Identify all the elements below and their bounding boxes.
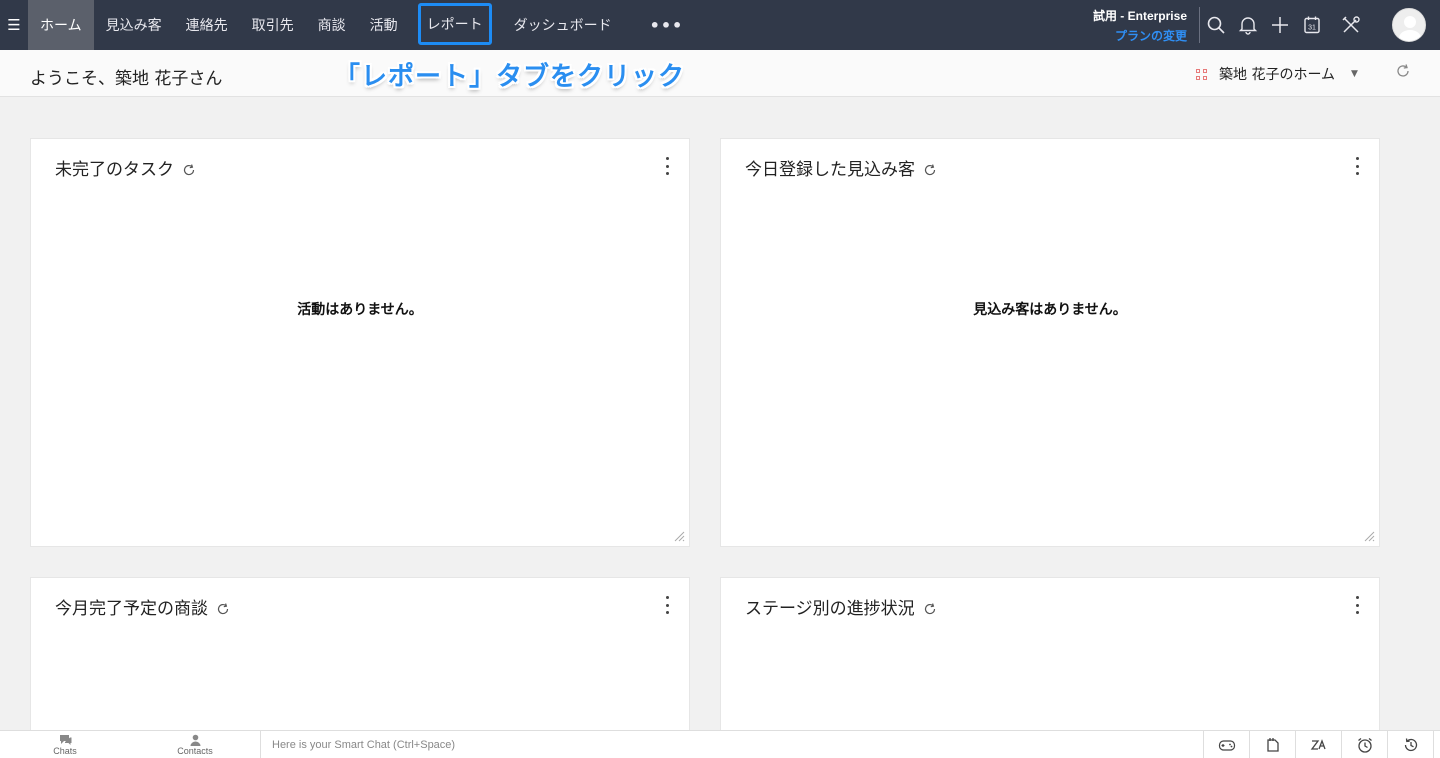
tab-activities[interactable]: 活動 bbox=[358, 0, 410, 50]
tab-home[interactable]: ホーム bbox=[28, 0, 94, 50]
card-menu-icon[interactable] bbox=[663, 596, 671, 614]
resize-handle-icon[interactable] bbox=[1363, 530, 1375, 542]
resize-handle-icon[interactable] bbox=[673, 530, 685, 542]
card-title-text: 今月完了予定の商談 bbox=[55, 599, 208, 619]
calendar-icon[interactable]: 31 bbox=[1296, 0, 1328, 50]
tab-accounts[interactable]: 取引先 bbox=[240, 0, 306, 50]
instruction-annotation: 「レポート」タブをクリック bbox=[334, 62, 686, 92]
notes-icon[interactable] bbox=[1250, 731, 1296, 758]
bottom-bar: Chats Contacts Here is your Smart Chat (… bbox=[0, 730, 1440, 758]
change-plan-link[interactable]: プランの変更 bbox=[1093, 27, 1187, 44]
home-selector-dropdown[interactable]: 築地 花子のホーム ▼ bbox=[1196, 64, 1358, 84]
refresh-icon[interactable] bbox=[923, 602, 937, 616]
card-deals-closing-this-month: 今月完了予定の商談 bbox=[30, 577, 690, 737]
chat-bubble-icon bbox=[59, 734, 71, 745]
card-title-text: 未完了のタスク bbox=[55, 160, 174, 180]
card-menu-icon[interactable] bbox=[663, 157, 671, 175]
game-controller-icon[interactable] bbox=[1204, 731, 1250, 758]
tab-dashboards[interactable]: ダッシュボード bbox=[502, 0, 624, 50]
smart-chat-input[interactable]: Here is your Smart Chat (Ctrl+Space) bbox=[260, 731, 1204, 758]
plan-name: 試用 - Enterprise bbox=[1092, 8, 1187, 23]
bell-icon[interactable] bbox=[1232, 0, 1264, 50]
translate-icon[interactable] bbox=[1296, 731, 1342, 758]
person-icon bbox=[190, 734, 200, 746]
tab-deals[interactable]: 商談 bbox=[306, 0, 358, 50]
welcome-text: ようこそ、築地 花子さん bbox=[30, 69, 223, 89]
card-menu-icon[interactable] bbox=[1353, 157, 1361, 175]
calendar-day: 31 bbox=[1308, 25, 1316, 32]
empty-message: 活動はありません。 bbox=[297, 302, 423, 318]
history-icon[interactable] bbox=[1388, 731, 1434, 758]
refresh-icon[interactable] bbox=[182, 163, 196, 177]
refresh-icon[interactable] bbox=[923, 163, 937, 177]
card-title-text: 今日登録した見込み客 bbox=[745, 160, 915, 180]
top-navigation-bar: ☰ ホーム 見込み客 連絡先 取引先 商談 活動 レポート ダッシュボード ••… bbox=[0, 0, 1440, 50]
chats-label: Chats bbox=[53, 745, 77, 756]
avatar[interactable] bbox=[1392, 8, 1426, 42]
plus-icon[interactable] bbox=[1264, 0, 1296, 50]
tab-reports[interactable]: レポート bbox=[417, 3, 492, 45]
welcome-header: ようこそ、築地 花子さん 「レポート」タブをクリック 築地 花子のホーム ▼ bbox=[0, 50, 1440, 97]
hamburger-icon[interactable]: ☰ bbox=[0, 0, 28, 50]
contacts-label: Contacts bbox=[177, 745, 213, 756]
contacts-button[interactable]: Contacts bbox=[130, 731, 260, 758]
card-title: 未完了のタスク bbox=[55, 155, 196, 180]
card-title: 今月完了予定の商談 bbox=[55, 594, 230, 619]
card-title: 今日登録した見込み客 bbox=[745, 155, 937, 180]
home-selector-label: 築地 花子のホーム bbox=[1219, 67, 1336, 83]
card-todays-leads: 今日登録した見込み客 見込み客はありません。 bbox=[720, 138, 1380, 547]
grid-icon bbox=[1196, 68, 1207, 80]
empty-message: 見込み客はありません。 bbox=[973, 302, 1127, 318]
refresh-icon[interactable] bbox=[1394, 62, 1412, 80]
topbar-right-group: 試用 - Enterprise プランの変更 31 bbox=[1093, 0, 1440, 50]
card-open-tasks: 未完了のタスク 活動はありません。 bbox=[30, 138, 690, 547]
plan-info: 試用 - Enterprise プランの変更 bbox=[1093, 7, 1200, 43]
card-title-text: ステージ別の進捗状況 bbox=[745, 599, 915, 619]
card-title: ステージ別の進捗状況 bbox=[745, 594, 937, 619]
alarm-clock-icon[interactable] bbox=[1342, 731, 1388, 758]
card-pipeline-by-stage: ステージ別の進捗状況 bbox=[720, 577, 1380, 737]
search-icon[interactable] bbox=[1200, 0, 1232, 50]
chats-button[interactable]: Chats bbox=[0, 731, 130, 758]
card-menu-icon[interactable] bbox=[1353, 596, 1361, 614]
refresh-icon[interactable] bbox=[216, 602, 230, 616]
more-tabs-button[interactable]: ••• bbox=[624, 0, 702, 50]
tab-leads[interactable]: 見込み客 bbox=[94, 0, 174, 50]
tab-contacts[interactable]: 連絡先 bbox=[174, 0, 240, 50]
setup-tools-icon[interactable] bbox=[1328, 0, 1374, 50]
caret-down-icon: ▼ bbox=[1351, 69, 1358, 79]
